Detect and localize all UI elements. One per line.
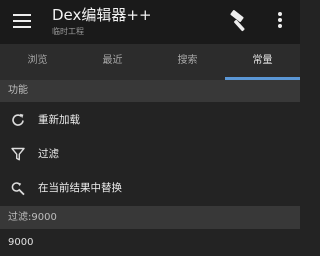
reload-item[interactable]: 重新加载 xyxy=(0,104,300,136)
filter-header-label: 过滤:9000 xyxy=(8,212,57,223)
app-title: Dex编辑器++ xyxy=(52,6,152,24)
find-replace-icon xyxy=(10,180,26,196)
tab-browse[interactable]: 浏览 xyxy=(0,44,75,80)
constant-value: 9000 xyxy=(8,237,34,248)
replace-in-results-item[interactable]: 在当前结果中替换 xyxy=(0,172,300,204)
tab-recent[interactable]: 最近 xyxy=(75,44,150,80)
refresh-icon xyxy=(10,112,26,128)
tab-bar: 浏览 最近 搜索 常量 xyxy=(0,44,300,80)
app-subtitle: 临时工程 xyxy=(52,27,84,36)
filter-section-header: 过滤:9000 xyxy=(0,206,300,229)
constant-value-row[interactable]: 9000 xyxy=(0,229,300,256)
app-root: Dex编辑器++ 临时工程 浏览 最近 搜索 常量 功能 重新加载 过滤 在当前… xyxy=(0,0,300,256)
functions-section-header: 功能 xyxy=(0,80,300,102)
tab-search[interactable]: 搜索 xyxy=(150,44,225,80)
hamburger-menu-icon[interactable] xyxy=(13,13,31,29)
replace-in-results-label: 在当前结果中替换 xyxy=(38,182,122,194)
filter-label: 过滤 xyxy=(38,148,59,160)
filter-item[interactable]: 过滤 xyxy=(0,138,300,170)
more-vert-icon[interactable] xyxy=(274,10,286,30)
tab-constants[interactable]: 常量 xyxy=(225,44,300,80)
hammer-icon[interactable] xyxy=(228,9,252,33)
functions-header-label: 功能 xyxy=(8,85,28,96)
app-bar: Dex编辑器++ 临时工程 xyxy=(0,0,300,44)
app-titles: Dex编辑器++ 临时工程 xyxy=(52,5,152,37)
filter-icon xyxy=(10,146,26,162)
reload-label: 重新加载 xyxy=(38,114,80,126)
